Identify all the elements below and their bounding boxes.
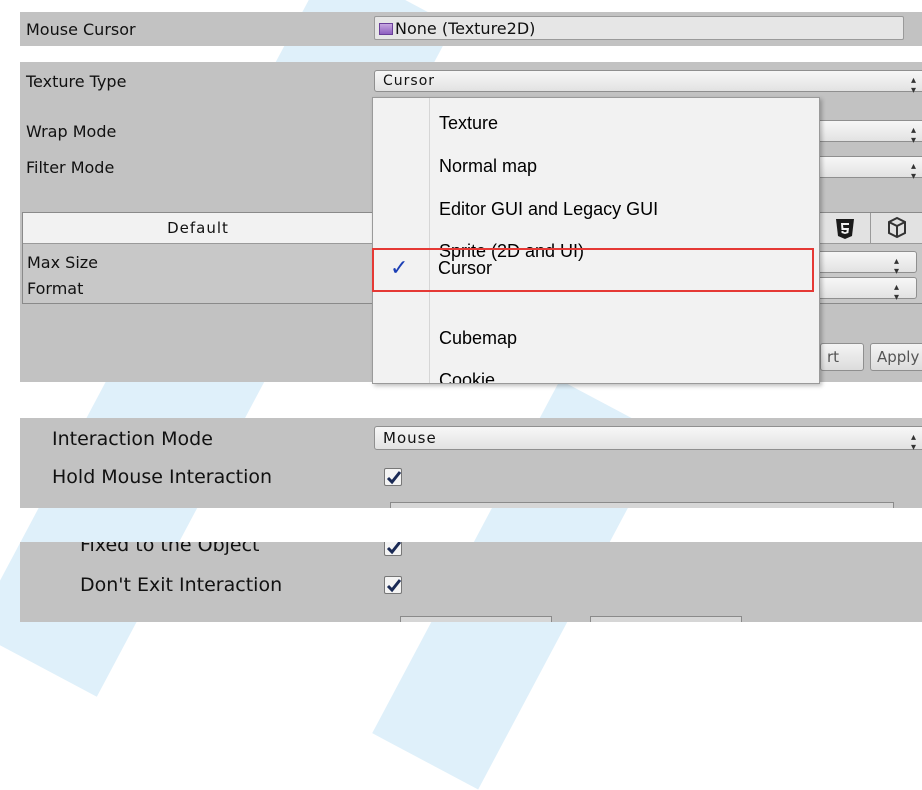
mouse-cursor-panel: Mouse Cursor None (Texture2D) (20, 12, 922, 46)
tab-other-platform[interactable] (870, 213, 922, 244)
texture-type-label: Texture Type (26, 72, 127, 91)
menu-item-editor-gui[interactable]: Editor GUI and Legacy GUI (373, 191, 819, 231)
menu-item-texture[interactable]: Texture (373, 105, 819, 145)
partial-button-left[interactable] (400, 616, 552, 622)
menu-item-label: Cookie (439, 370, 496, 384)
interaction-mode-dropdown[interactable]: Mouse ▴ ▾ (374, 426, 922, 453)
texture-type-dropdown[interactable]: Cursor ▴ ▾ (374, 70, 922, 96)
revert-button-label: rt (827, 348, 840, 366)
tab-default[interactable]: Default (23, 213, 373, 244)
filter-mode-label: Filter Mode (26, 158, 115, 177)
interaction-panel: Interaction Mode Mouse ▴ ▾ Hold Mouse Int… (20, 418, 922, 508)
updown-arrow-icon: ▴ ▾ (911, 432, 918, 453)
texture-type-value: Cursor (383, 73, 436, 89)
menu-item-label: Normal map (439, 156, 538, 176)
updown-arrow-icon: ▴ ▾ (894, 282, 901, 303)
html5-icon (836, 219, 854, 239)
menu-item-label: Texture (439, 113, 499, 133)
checkmark-icon (386, 471, 402, 485)
updown-arrow-icon: ▴ ▾ (911, 125, 918, 146)
format-label: Format (27, 279, 84, 298)
interaction-mode-label: Interaction Mode (52, 428, 213, 450)
mouse-cursor-field[interactable]: None (Texture2D) (374, 16, 904, 40)
selection-highlight-box (372, 248, 814, 292)
dont-exit-label: Don't Exit Interaction (80, 574, 283, 596)
options-panel: Fixed to the Object Don't Exit Interacti… (20, 542, 922, 622)
cube-icon (888, 216, 906, 239)
updown-arrow-icon: ▴ ▾ (911, 75, 918, 96)
texture-icon (379, 23, 393, 35)
apply-button[interactable]: Apply (870, 343, 922, 371)
tab-webgl[interactable] (819, 213, 870, 244)
updown-arrow-icon: ▴ ▾ (911, 161, 918, 182)
interaction-mode-value: Mouse (383, 429, 437, 447)
max-size-label: Max Size (27, 253, 99, 272)
menu-item-normal-map[interactable]: Normal map (373, 148, 819, 188)
mouse-cursor-label: Mouse Cursor (26, 20, 136, 39)
menu-item-cookie[interactable]: Cookie (373, 362, 819, 384)
wrap-mode-label: Wrap Mode (26, 122, 117, 141)
revert-button[interactable]: rt (820, 343, 864, 371)
checkmark-icon (386, 579, 402, 593)
checkmark-icon (386, 542, 402, 555)
dont-exit-checkbox[interactable] (384, 576, 402, 594)
menu-item-label: Cubemap (439, 328, 518, 348)
mouse-cursor-value: None (Texture2D) (395, 19, 536, 38)
hold-mouse-checkbox[interactable] (384, 468, 402, 486)
fixed-to-object-checkbox[interactable] (384, 542, 402, 556)
menu-item-label: Editor GUI and Legacy GUI (439, 199, 659, 219)
hold-mouse-label: Hold Mouse Interaction (52, 466, 273, 488)
updown-arrow-icon: ▴ ▾ (894, 256, 901, 277)
hold-mouse-subfield[interactable] (390, 502, 894, 508)
partial-button-right[interactable] (590, 616, 742, 622)
fixed-to-object-label: Fixed to the Object (80, 542, 260, 556)
tab-default-label: Default (167, 219, 229, 237)
apply-button-label: Apply (877, 348, 920, 366)
texture-type-menu: Texture Normal map Editor GUI and Legacy… (372, 97, 820, 384)
menu-item-cubemap[interactable]: Cubemap (373, 320, 819, 360)
